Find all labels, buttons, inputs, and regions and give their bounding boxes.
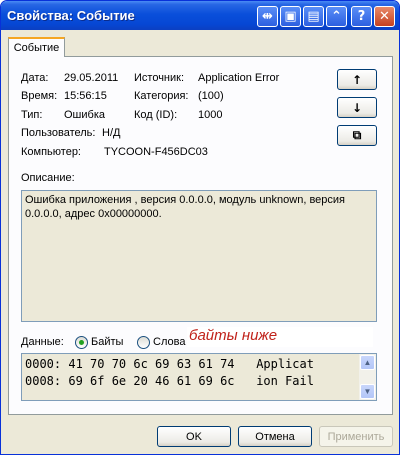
- ok-button[interactable]: OK: [157, 426, 231, 447]
- date-value: 29.05.2011: [64, 72, 119, 84]
- hex-scrollbar[interactable]: ▲ ▼: [359, 354, 376, 400]
- user-label: Пользователь:: [21, 127, 96, 139]
- computer-label: Компьютер:: [21, 146, 81, 158]
- arrow-up-icon: ↑: [351, 72, 363, 87]
- arrow-down-icon: ↓: [351, 100, 363, 115]
- category-value: (100): [198, 90, 224, 102]
- help-button[interactable]: ?: [351, 6, 372, 27]
- annotation-text: байты ниже: [187, 327, 373, 347]
- pin-window-icon[interactable]: ⇹: [257, 6, 278, 27]
- words-radio-label[interactable]: Слова: [153, 336, 185, 348]
- scroll-down-icon[interactable]: ▼: [360, 384, 375, 399]
- source-value: Application Error: [198, 72, 280, 84]
- source-label: Источник:: [134, 72, 185, 84]
- time-label: Время:: [21, 90, 58, 102]
- close-button[interactable]: ✕: [374, 6, 395, 27]
- user-value: Н/Д: [102, 127, 121, 139]
- window-title: Свойства: Событие: [7, 8, 135, 23]
- type-value: Ошибка: [64, 109, 105, 121]
- category-label: Категория:: [134, 90, 189, 102]
- hex-row: 0000: 41 70 70 6c 69 63 61 74 Applicat: [25, 357, 314, 371]
- data-label: Данные:: [21, 336, 64, 348]
- words-radio[interactable]: [137, 336, 150, 349]
- computer-value: TYCOON-F456DC03: [104, 146, 208, 158]
- cancel-button[interactable]: Отмена: [238, 426, 312, 447]
- hex-data-box[interactable]: 0000: 41 70 70 6c 69 63 61 74 Applicat 0…: [21, 353, 377, 401]
- apply-button[interactable]: Применить: [319, 426, 393, 447]
- time-value: 15:56:15: [64, 90, 107, 102]
- tab-event[interactable]: Событие: [8, 37, 65, 57]
- copy-icon: ⧉: [352, 128, 362, 142]
- title-bar[interactable]: Свойства: Событие ⇹ ▣ ▤ ⌃ ? ✕: [1, 1, 399, 30]
- date-label: Дата:: [21, 72, 49, 84]
- hex-row: 0008: 69 6f 6e 20 46 61 69 6c ion Fail: [25, 374, 314, 388]
- description-textbox[interactable]: Ошибка приложения , версия 0.0.0.0, моду…: [21, 190, 377, 322]
- event-id-value: 1000: [198, 109, 223, 121]
- bytes-radio[interactable]: [75, 336, 88, 349]
- event-id-label: Код (ID):: [134, 109, 178, 121]
- next-event-button[interactable]: ↓: [337, 97, 377, 118]
- copy-event-button[interactable]: ⧉: [337, 125, 377, 146]
- window-layout-icon[interactable]: ▤: [303, 6, 324, 27]
- properties-window: Свойства: Событие ⇹ ▣ ▤ ⌃ ? ✕ Событие Да…: [0, 0, 400, 455]
- type-label: Тип:: [21, 109, 43, 121]
- description-label: Описание:: [21, 172, 75, 184]
- scroll-up-icon[interactable]: ▲: [360, 355, 375, 370]
- restore-window-icon[interactable]: ▣: [280, 6, 301, 27]
- previous-event-button[interactable]: ↑: [337, 69, 377, 90]
- roll-up-icon[interactable]: ⌃: [326, 6, 347, 27]
- bytes-radio-label[interactable]: Байты: [91, 336, 123, 348]
